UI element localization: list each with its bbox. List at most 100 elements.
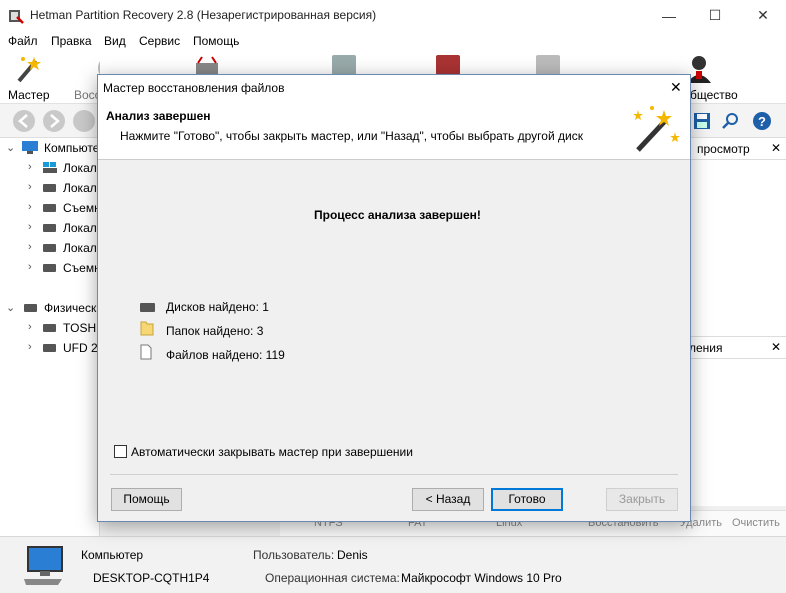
restore-list-panel-header: ления ✕: [689, 337, 786, 359]
tree-item[interactable]: › Съемн: [0, 258, 100, 278]
drive-icon: [43, 224, 56, 232]
drive-icon: [43, 204, 56, 212]
tree-item-label: Съемн: [63, 201, 100, 215]
help-icon[interactable]: ?: [752, 111, 772, 131]
tree-item[interactable]: › UFD 2.: [0, 338, 100, 358]
close-icon[interactable]: ✕: [771, 141, 781, 155]
minimize-button[interactable]: —: [646, 0, 692, 31]
file-icon: [140, 344, 152, 360]
back-button[interactable]: < Назад: [412, 488, 484, 511]
dialog-header-subtitle: Нажмите "Готово", чтобы закрыть мастер, …: [120, 129, 583, 143]
chevron-right-icon: ›: [28, 221, 32, 233]
status-bar: Компьютер DESKTOP-CQTH1P4 Пользователь: …: [0, 536, 786, 593]
restore-button[interactable]: Восс: [70, 51, 100, 104]
close-icon[interactable]: ✕: [771, 340, 781, 354]
chevron-down-icon: ⌄: [6, 142, 16, 154]
user-value: Denis: [337, 548, 368, 562]
dialog-header: Анализ завершен Нажмите "Готово", чтобы …: [98, 100, 690, 160]
maximize-button[interactable]: ☐: [692, 0, 738, 31]
chevron-right-icon: ›: [28, 341, 32, 353]
dialog-close-button[interactable]: ✕: [670, 79, 682, 96]
tree-item[interactable]: › Локал: [0, 158, 100, 178]
os-value: Майкрософт Windows 10 Pro: [401, 571, 562, 585]
close-window-button[interactable]: ✕: [740, 0, 786, 31]
drive-icon: [43, 244, 56, 252]
computer-name: DESKTOP-CQTH1P4: [93, 571, 210, 585]
folders-found-text: Папок найдено: 3: [166, 324, 264, 338]
drive-icon: [43, 264, 56, 272]
window-title: Hetman Partition Recovery 2.8 (Незарегис…: [30, 8, 377, 22]
menu-edit[interactable]: Правка: [51, 34, 92, 48]
drive-icon: [24, 304, 37, 312]
tree-item-label: Локал: [63, 161, 97, 175]
chevron-right-icon: ›: [28, 161, 32, 173]
dialog-divider: [110, 474, 678, 475]
chevron-right-icon: ›: [28, 201, 32, 213]
tree-item-label: TOSHI: [63, 321, 100, 335]
help-button[interactable]: Помощь: [111, 488, 182, 511]
dialog-title: Мастер восстановления файлов: [103, 81, 285, 95]
user-label: Пользователь:: [253, 548, 335, 562]
tree-item[interactable]: › Локал: [0, 238, 100, 258]
svg-text:?: ?: [758, 114, 766, 129]
os-label: Операционная система:: [265, 571, 400, 585]
tree-group-computer[interactable]: ⌄ Компьюте: [0, 138, 100, 158]
drive-icon: [43, 184, 56, 192]
dialog-title-bar: Мастер восстановления файлов ✕: [98, 75, 690, 100]
windows-drive-icon: [43, 162, 57, 173]
clear-action-label[interactable]: Очистить: [732, 517, 780, 529]
restore-list-panel-title: ления: [689, 341, 723, 355]
tree-group-label: Компьюте: [44, 141, 100, 155]
tree-item[interactable]: › Локал: [0, 218, 100, 238]
chevron-right-icon: ›: [28, 321, 32, 333]
up-nav-icon[interactable]: [70, 109, 98, 133]
menu-file[interactable]: Файл: [8, 34, 38, 48]
drive-icon: [43, 324, 56, 332]
restore-list-panel: ления ✕: [688, 336, 786, 506]
community-label: бщество: [690, 88, 738, 102]
chevron-right-icon: ›: [28, 181, 32, 193]
drive-icon: [43, 344, 56, 352]
tree-item-label: UFD 2.: [63, 341, 100, 355]
menu-service[interactable]: Сервис: [139, 34, 180, 48]
disk-icon: [140, 303, 155, 312]
save-icon[interactable]: [693, 112, 711, 130]
tree-group-physical[interactable]: ⌄ Физическ: [0, 298, 100, 318]
title-bar: Hetman Partition Recovery 2.8 (Незарегис…: [0, 0, 786, 31]
tree-item-label: Локал: [63, 181, 97, 195]
menu-bar: Файл Правка Вид Сервис Помощь: [0, 31, 786, 51]
tree-item-label: Съемн: [63, 261, 100, 275]
search-icon[interactable]: [722, 112, 740, 130]
back-nav-icon[interactable]: [10, 109, 38, 133]
disks-found-text: Дисков найдено: 1: [166, 300, 269, 314]
tree-group-label: Физическ: [44, 301, 97, 315]
magic-wand-icon: [17, 57, 41, 83]
tree-item[interactable]: › Съемн: [0, 198, 100, 218]
app-icon: [9, 10, 24, 24]
preview-panel-header: просмотр ✕: [689, 138, 786, 160]
preview-panel-title: просмотр: [697, 142, 750, 156]
chevron-right-icon: ›: [28, 241, 32, 253]
computer-label: Компьютер: [81, 548, 144, 562]
wizard-button[interactable]: Мастер: [6, 51, 50, 104]
files-found-text: Файлов найдено: 119: [166, 348, 285, 362]
menu-help[interactable]: Помощь: [193, 34, 239, 48]
preview-panel: просмотр ✕: [688, 138, 786, 338]
computer-icon: [24, 546, 63, 585]
folder-icon: [140, 321, 154, 336]
forward-nav-icon[interactable]: [40, 109, 68, 133]
wizard-label: Мастер: [8, 88, 50, 102]
dialog-body: Процесс анализа завершен! Дисков найдено…: [98, 160, 690, 521]
finish-button[interactable]: Готово: [491, 488, 563, 511]
process-done-text: Процесс анализа завершен!: [314, 208, 481, 222]
chevron-right-icon: ›: [28, 261, 32, 273]
tree-item-label: Локал: [63, 241, 97, 255]
tree-item-label: Локал: [63, 221, 97, 235]
dialog-header-title: Анализ завершен: [106, 109, 211, 123]
community-button[interactable]: бщество: [680, 51, 760, 104]
tree-item[interactable]: › Локал: [0, 178, 100, 198]
tree-item[interactable]: › TOSHI: [0, 318, 100, 338]
auto-close-checkbox[interactable]: [114, 445, 127, 458]
menu-view[interactable]: Вид: [104, 34, 126, 48]
monitor-icon: [22, 141, 38, 154]
